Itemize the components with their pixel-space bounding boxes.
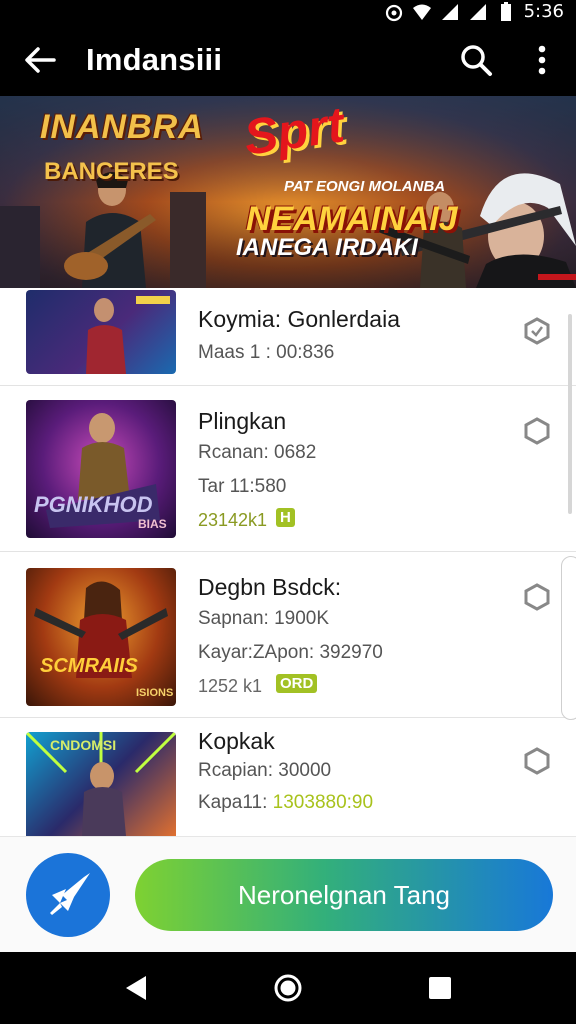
game-title: Plingkan (198, 408, 287, 434)
thumb-sub: BIAS (138, 517, 167, 531)
hexagon-icon[interactable] (522, 416, 552, 446)
game-meta: Tar 11:580 (198, 476, 287, 497)
edge-panel-handle[interactable] (561, 556, 576, 720)
game-thumbnail (26, 290, 176, 374)
game-meta: Sapnan: 1900K (198, 608, 330, 629)
status-bar: 5:36 (0, 0, 576, 24)
game-meta: Rcapian: 30000 (198, 760, 332, 781)
game-title: Koymia: Gonlerdaia (198, 306, 400, 332)
bottom-action-bar: Neronelgnan Tang (0, 836, 576, 952)
thumb-logo: SCMRAIIS (40, 655, 138, 677)
nav-recents-icon[interactable] (424, 972, 456, 1004)
promo-banner[interactable]: INANBRA BANCERES Sprt PAT EONGI MOLANBA … (0, 96, 576, 288)
wifi-icon (412, 4, 431, 20)
more-vert-icon[interactable] (528, 40, 556, 80)
game-thumbnail: CNDOMSI (26, 732, 176, 836)
nav-back-icon[interactable] (120, 972, 152, 1004)
primary-cta-button[interactable]: Neronelgnan Tang (135, 859, 553, 931)
back-arrow-icon[interactable] (20, 40, 60, 80)
scrollbar[interactable] (568, 314, 572, 514)
signal-2-icon (469, 3, 486, 20)
banner-mid-tag: PAT EONGI MOLANBA (284, 178, 446, 195)
thumb-logo: PGNIKHOD (34, 492, 153, 517)
hexagon-icon[interactable] (522, 582, 552, 612)
battery-icon (500, 1, 511, 21)
status-badge: ORD (276, 674, 318, 693)
game-title: Kopkak (198, 728, 275, 754)
status-time: 5:36 (523, 1, 564, 22)
page-title: Imdansiii (86, 42, 223, 77)
game-list: Koymia: Gonlerdaia Maas 1 : 00:836 PGNIK… (0, 288, 576, 836)
thumb-logo: CNDOMSI (50, 737, 116, 753)
list-item[interactable]: PGNIKHOD BIAS Plingkan Rcanan: 0682 Tar … (0, 386, 576, 552)
alarm-icon (385, 4, 402, 21)
system-nav-bar (0, 952, 576, 1024)
rocket-icon (50, 873, 90, 915)
game-thumbnail: PGNIKHOD BIAS (26, 400, 176, 538)
game-meta: Kapa11: 1303880:90 (198, 792, 373, 814)
status-badge: H (276, 508, 295, 527)
list-item[interactable]: Koymia: Gonlerdaia Maas 1 : 00:836 (0, 288, 576, 386)
thumb-sub: ISIONS (136, 687, 173, 699)
banner-logo-line-1: INANBRA (40, 108, 204, 146)
game-meta: Kayar:ZApon: 392970 (198, 642, 383, 663)
game-meta: Rcanan: 0682 (198, 442, 317, 463)
hexagon-icon[interactable] (522, 746, 552, 776)
list-item[interactable]: CNDOMSI Kopkak Rcapian: 30000 Kapa11: 13… (0, 718, 576, 836)
game-title: Degbn Bsdck: (198, 574, 342, 600)
list-item[interactable]: SCMRAIIS ISIONS Degbn Bsdck: Sapnan: 190… (0, 552, 576, 718)
game-thumbnail: SCMRAIIS ISIONS (26, 568, 176, 706)
game-rating: 1252 k1 (198, 676, 263, 696)
status-icons: 5:36 (384, 1, 564, 22)
banner-logo-line-2: BANCERES (44, 158, 179, 185)
nav-home-icon[interactable] (272, 972, 304, 1004)
game-meta-label: Kapa11: (198, 792, 268, 813)
game-meta: Maas 1 : 00:836 (198, 342, 335, 363)
app-bar: Imdansiii (0, 24, 576, 96)
banner-low-tag: IANEGA IRDAKI (236, 234, 418, 261)
signal-icon (441, 3, 458, 20)
game-meta-highlight: 1303880:90 (272, 792, 374, 813)
search-icon[interactable] (456, 40, 496, 80)
hexagon-icon[interactable] (522, 316, 552, 346)
launch-button[interactable] (26, 853, 110, 937)
game-rating: 23142k1 (198, 510, 268, 530)
